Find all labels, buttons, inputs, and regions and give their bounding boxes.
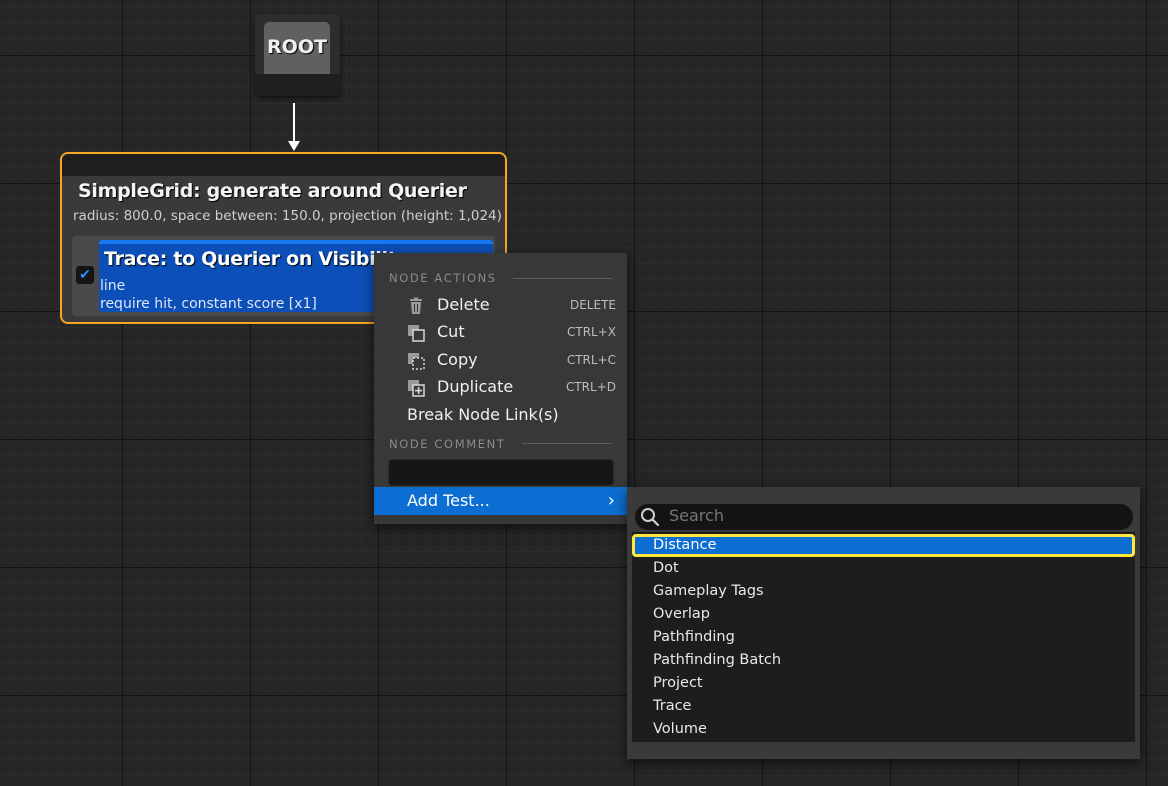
test-item-volume[interactable]: Volume: [632, 718, 1135, 741]
generator-input-pin[interactable]: [62, 154, 505, 176]
cut-label: Cut: [437, 322, 465, 341]
list-item-label: Trace: [653, 698, 692, 714]
root-node-body: ROOT: [264, 22, 330, 80]
connection-arrow-icon: [288, 141, 300, 151]
test-item-distance[interactable]: Distance: [632, 534, 1135, 557]
delete-shortcut: DELETE: [569, 298, 616, 312]
list-item-label: Project: [653, 675, 703, 691]
copy-menu-item[interactable]: Copy CTRL+C: [374, 347, 627, 374]
test-details: require hit, constant score [x1]: [100, 296, 317, 312]
copy-icon: [408, 353, 425, 370]
section-divider: [522, 443, 612, 444]
test-enabled-checkbox[interactable]: ✔: [76, 266, 94, 284]
root-output-pin[interactable]: [255, 74, 340, 96]
search-input[interactable]: Search: [635, 504, 1133, 530]
list-item-label: Gameplay Tags: [653, 583, 764, 599]
test-item-gameplay-tags[interactable]: Gameplay Tags: [632, 580, 1135, 603]
test-subtitle: line: [100, 278, 126, 294]
test-type-list: Distance Dot Gameplay Tags Overlap Pathf…: [632, 532, 1135, 742]
test-item-dot[interactable]: Dot: [632, 557, 1135, 580]
search-placeholder: Search: [669, 506, 724, 525]
node-context-menu: NODE ACTIONS Delete DELETE Cut CTRL+X Co…: [374, 253, 627, 524]
node-connection-line: [293, 103, 295, 143]
add-test-label: Add Test...: [407, 491, 490, 510]
list-item-label: Volume: [653, 721, 707, 737]
section-divider: [513, 278, 612, 279]
node-comment-heading: NODE COMMENT: [389, 437, 506, 451]
copy-label: Copy: [437, 350, 478, 369]
node-comment-input[interactable]: [388, 459, 614, 486]
generator-description: radius: 800.0, space between: 150.0, pro…: [73, 208, 502, 224]
break-node-links-label: Break Node Link(s): [407, 405, 559, 424]
duplicate-menu-item[interactable]: Duplicate CTRL+D: [374, 374, 627, 401]
list-item-label: Distance: [653, 537, 717, 553]
cut-shortcut: CTRL+X: [566, 325, 616, 339]
chevron-right-icon: ›: [607, 490, 615, 511]
root-node[interactable]: ROOT: [255, 14, 340, 96]
search-icon: [641, 508, 660, 527]
test-title: Trace: to Querier on Visibility: [104, 248, 409, 270]
delete-label: Delete: [437, 295, 490, 314]
copy-shortcut: CTRL+C: [566, 353, 616, 367]
list-item-label: Pathfinding: [653, 629, 735, 645]
root-label: ROOT: [267, 36, 327, 58]
duplicate-icon: [408, 380, 425, 397]
generator-title: SimpleGrid: generate around Querier: [78, 180, 467, 202]
list-item-label: Overlap: [653, 606, 710, 622]
cut-menu-item[interactable]: Cut CTRL+X: [374, 319, 627, 346]
list-item-label: Dot: [653, 560, 679, 576]
test-item-project[interactable]: Project: [632, 672, 1135, 695]
node-actions-heading: NODE ACTIONS: [389, 271, 497, 285]
test-item-overlap[interactable]: Overlap: [632, 603, 1135, 626]
add-test-submenu: Search Distance Dot Gameplay Tags Overla…: [627, 487, 1140, 759]
test-item-pathfinding-batch[interactable]: Pathfinding Batch: [632, 649, 1135, 672]
trash-icon: [410, 297, 422, 314]
list-item-label: Pathfinding Batch: [653, 652, 782, 668]
cut-icon: [408, 325, 425, 342]
break-node-links-menu-item[interactable]: Break Node Link(s): [374, 402, 627, 429]
test-item-trace[interactable]: Trace: [632, 695, 1135, 718]
delete-menu-item[interactable]: Delete DELETE: [374, 292, 627, 319]
test-item-pathfinding[interactable]: Pathfinding: [632, 626, 1135, 649]
duplicate-shortcut: CTRL+D: [565, 380, 616, 394]
duplicate-label: Duplicate: [437, 377, 514, 396]
add-test-menu-item[interactable]: Add Test... ›: [374, 487, 627, 515]
